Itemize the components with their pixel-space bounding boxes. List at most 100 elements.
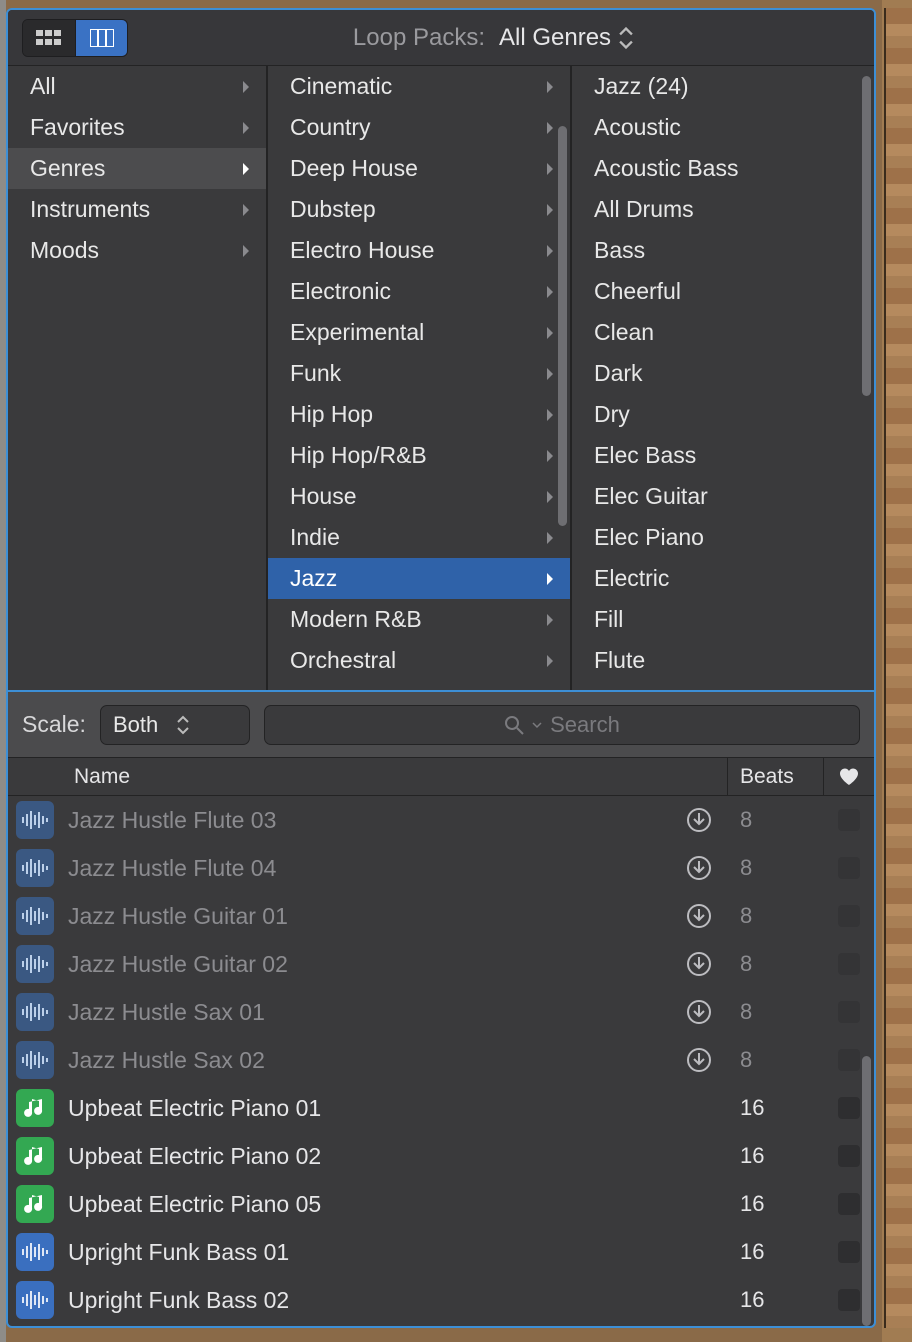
browser-item[interactable]: All: [8, 66, 266, 107]
browser-item[interactable]: Cheerful: [572, 271, 874, 312]
browser-item[interactable]: Funk: [268, 353, 570, 394]
loop-name-cell: Upbeat Electric Piano 01: [68, 1095, 728, 1122]
filter-bar: Scale: Both Search: [8, 692, 874, 758]
loop-type-audio-icon: [16, 1233, 54, 1271]
browser-item[interactable]: Fill: [572, 599, 874, 640]
browser-item[interactable]: Experimental: [268, 312, 570, 353]
browser-item[interactable]: Dubstep: [268, 189, 570, 230]
browser-item[interactable]: Flute: [572, 640, 874, 681]
loop-name-cell: Upright Funk Bass 01: [68, 1239, 728, 1266]
browser-item[interactable]: Hip Hop: [268, 394, 570, 435]
browser-item[interactable]: Moods: [8, 230, 266, 271]
browser-item[interactable]: Modern R&B: [268, 599, 570, 640]
loop-row[interactable]: Jazz Hustle Flute 048: [8, 844, 874, 892]
browser-item[interactable]: Elec Piano: [572, 517, 874, 558]
browser-item[interactable]: Genres: [8, 148, 266, 189]
browser-item[interactable]: Orchestral: [268, 640, 570, 681]
browser-item[interactable]: House: [268, 476, 570, 517]
download-icon[interactable]: [686, 903, 712, 929]
chevron-right-icon: [240, 202, 252, 218]
browser-item[interactable]: Dark: [572, 353, 874, 394]
browser-item[interactable]: Acoustic: [572, 107, 874, 148]
loop-type-audio-icon: [16, 1281, 54, 1319]
midi-note-icon: [24, 1096, 46, 1120]
loop-type-midi-icon: [16, 1089, 54, 1127]
browser-item[interactable]: Elec Bass: [572, 435, 874, 476]
header-beats[interactable]: Beats: [728, 758, 824, 795]
loop-row[interactable]: Jazz Hustle Sax 018: [8, 988, 874, 1036]
browser-item[interactable]: Clean: [572, 312, 874, 353]
loop-favorite-checkbox[interactable]: [824, 905, 874, 927]
loop-type-audio-icon: [16, 993, 54, 1031]
loop-name-text: Upbeat Electric Piano 01: [68, 1095, 321, 1122]
loop-packs-dropdown[interactable]: All Genres: [499, 24, 635, 52]
chevron-right-icon: [544, 79, 556, 95]
loop-row[interactable]: Jazz Hustle Guitar 028: [8, 940, 874, 988]
loop-favorite-checkbox[interactable]: [824, 1001, 874, 1023]
loop-favorite-checkbox[interactable]: [824, 809, 874, 831]
browser-item-label: Flute: [594, 647, 645, 674]
download-icon[interactable]: [686, 951, 712, 977]
browser-item-label: Acoustic: [594, 114, 681, 141]
chevron-right-icon: [544, 243, 556, 259]
search-input[interactable]: Search: [264, 705, 860, 745]
browser-item-label: Fill: [594, 606, 623, 633]
browser-item[interactable]: Dry: [572, 394, 874, 435]
loop-type-audio-icon: [16, 1041, 54, 1079]
loop-favorite-checkbox[interactable]: [824, 953, 874, 975]
browser-item[interactable]: Jazz (24): [572, 66, 874, 107]
scrollbar-thumb[interactable]: [862, 1056, 871, 1326]
browser-item[interactable]: Bass: [572, 230, 874, 271]
browser-item[interactable]: Electric: [572, 558, 874, 599]
loop-row[interactable]: Upright Funk Bass 0116: [8, 1228, 874, 1276]
browser-item[interactable]: Elec Guitar: [572, 476, 874, 517]
chevron-right-icon: [544, 161, 556, 177]
browser-item[interactable]: Hip Hop/R&B: [268, 435, 570, 476]
loop-name-cell: Upbeat Electric Piano 05: [68, 1191, 728, 1218]
loop-beats: 16: [728, 1287, 824, 1313]
loop-row[interactable]: Upbeat Electric Piano 0116: [8, 1084, 874, 1132]
browser-item[interactable]: Electronic: [268, 271, 570, 312]
browser-item[interactable]: Deep House: [268, 148, 570, 189]
loop-name-cell: Jazz Hustle Flute 03: [68, 807, 728, 834]
loop-type-midi-icon: [16, 1185, 54, 1223]
scale-select[interactable]: Both: [100, 705, 250, 745]
browser-item-label: Jazz (24): [594, 73, 689, 100]
loop-row[interactable]: Upbeat Electric Piano 0516: [8, 1180, 874, 1228]
browser-item[interactable]: Favorites: [8, 107, 266, 148]
browser-item[interactable]: Indie: [268, 517, 570, 558]
loop-favorite-checkbox[interactable]: [824, 857, 874, 879]
loop-row[interactable]: Jazz Hustle Flute 038: [8, 796, 874, 844]
loop-beats: 16: [728, 1239, 824, 1265]
midi-note-icon: [24, 1144, 46, 1168]
browser-item[interactable]: Country: [268, 107, 570, 148]
browser-item[interactable]: Acoustic Bass: [572, 148, 874, 189]
scrollbar-thumb[interactable]: [862, 76, 871, 396]
view-tag-button[interactable]: [23, 20, 75, 56]
browser-item-label: Cheerful: [594, 278, 681, 305]
search-placeholder: Search: [550, 712, 620, 738]
loop-type-audio-icon: [16, 945, 54, 983]
browser-item[interactable]: Electro House: [268, 230, 570, 271]
download-icon[interactable]: [686, 855, 712, 881]
browser-item-label: Orchestral: [290, 647, 396, 674]
loop-row[interactable]: Upbeat Electric Piano 0216: [8, 1132, 874, 1180]
audio-wave-icon: [22, 954, 48, 974]
browser-item[interactable]: Jazz: [268, 558, 570, 599]
header-name[interactable]: Name: [66, 758, 728, 795]
browser-item[interactable]: All Drums: [572, 189, 874, 230]
chevron-right-icon: [544, 325, 556, 341]
loop-name-cell: Upright Funk Bass 02: [68, 1287, 728, 1314]
view-column-button[interactable]: [75, 20, 127, 56]
scrollbar-thumb[interactable]: [558, 126, 567, 526]
browser-item[interactable]: Cinematic: [268, 66, 570, 107]
loop-row[interactable]: Jazz Hustle Sax 028: [8, 1036, 874, 1084]
header-favorite[interactable]: [824, 767, 874, 787]
loop-row[interactable]: Jazz Hustle Guitar 018: [8, 892, 874, 940]
loop-row[interactable]: Upright Funk Bass 0216: [8, 1276, 874, 1324]
download-icon[interactable]: [686, 807, 712, 833]
chevron-right-icon: [544, 571, 556, 587]
browser-item[interactable]: Instruments: [8, 189, 266, 230]
download-icon[interactable]: [686, 999, 712, 1025]
download-icon[interactable]: [686, 1047, 712, 1073]
